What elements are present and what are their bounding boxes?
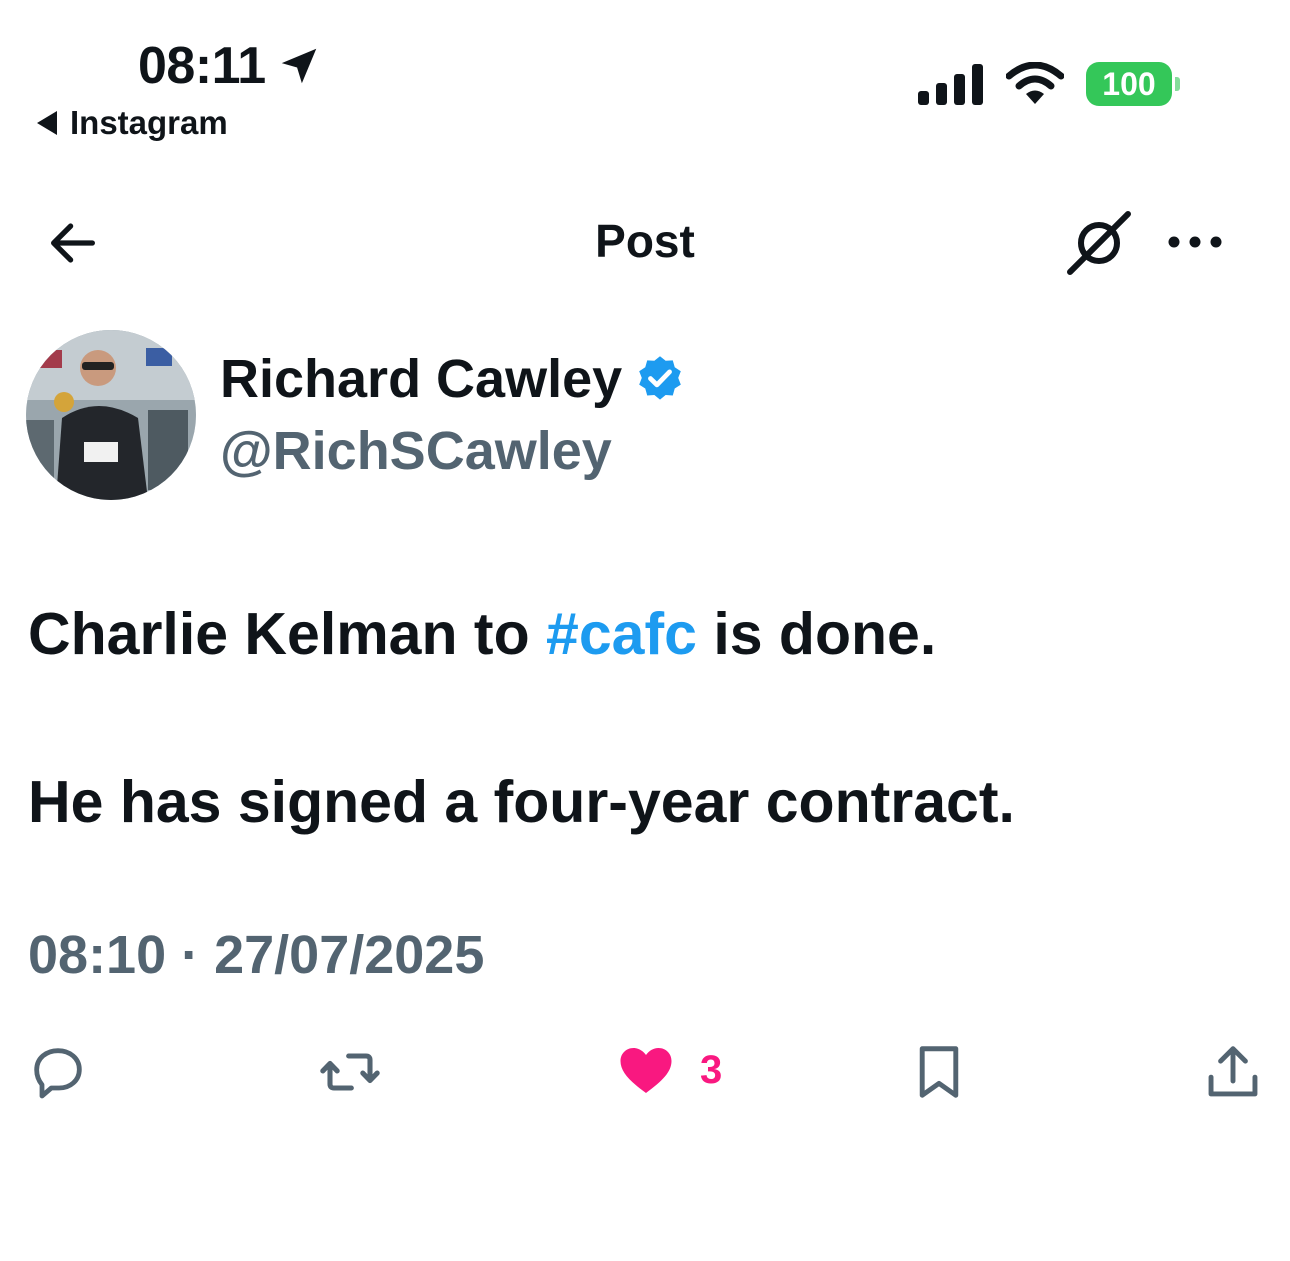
battery-cap	[1175, 77, 1180, 91]
post-line-1: Charlie Kelman to #cafc is done.	[28, 594, 1268, 674]
status-time-label: 08:11	[138, 37, 266, 95]
post-line-1-start: Charlie Kelman to	[28, 601, 547, 667]
repost-icon	[320, 1053, 380, 1091]
avatar[interactable]	[26, 330, 196, 500]
heart-filled-icon	[620, 1048, 672, 1093]
bookmark-icon	[919, 1046, 959, 1098]
like-button[interactable]: 3	[616, 1040, 722, 1100]
author-handle[interactable]: @RichSCawley	[220, 420, 612, 482]
post-timestamp: 08:10 · 27/07/2025	[28, 925, 485, 985]
more-options-button[interactable]	[1166, 230, 1224, 259]
status-indicators: 100	[918, 62, 1180, 106]
battery-indicator: 100	[1086, 62, 1180, 106]
repost-button[interactable]	[316, 1040, 384, 1104]
share-button[interactable]	[1202, 1040, 1264, 1104]
reply-button[interactable]	[26, 1040, 90, 1104]
post-line-2: He has signed a four-year contract.	[28, 769, 1015, 835]
hashtag-link[interactable]: #cafc	[546, 601, 697, 667]
grok-button[interactable]	[1064, 208, 1134, 283]
author-name-row[interactable]: Richard Cawley	[220, 348, 686, 410]
post-screen: 08:11 Instagram 100 Post Richard Cawley …	[0, 0, 1290, 1261]
bookmark-button[interactable]	[908, 1040, 970, 1104]
battery-level: 100	[1086, 62, 1172, 106]
like-count: 3	[700, 1047, 723, 1092]
cellular-signal-icon	[918, 64, 983, 105]
post-text: Charlie Kelman to #cafc is done. He has …	[28, 594, 1268, 842]
back-triangle-icon	[37, 111, 57, 135]
location-arrow-icon	[281, 48, 316, 84]
back-to-app-link[interactable]: Instagram	[36, 104, 228, 142]
avatar-photo	[26, 330, 196, 500]
author-name: Richard Cawley	[220, 349, 623, 409]
wifi-icon	[1006, 62, 1064, 104]
share-icon	[1208, 1046, 1258, 1097]
more-dots-icon	[1168, 236, 1222, 248]
grok-icon	[1067, 211, 1131, 275]
post-line-1-end: is done.	[696, 601, 937, 667]
status-time: 08:11	[138, 36, 322, 96]
back-app-label: Instagram	[70, 104, 228, 141]
verified-badge-icon	[639, 356, 681, 400]
reply-icon	[34, 1048, 82, 1099]
